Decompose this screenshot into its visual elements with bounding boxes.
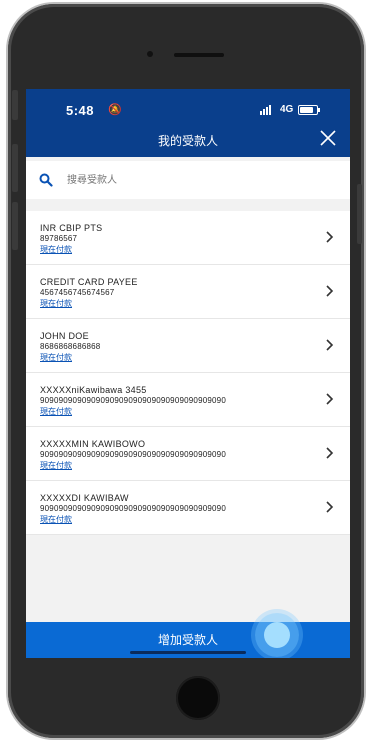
volume-down-button [12, 202, 18, 250]
status-time: 5:48 [66, 103, 95, 118]
payee-row[interactable]: XXXXXniKawibawa 3455 9090909090909090909… [26, 373, 350, 427]
pay-now-link[interactable]: 現在付款 [40, 352, 72, 363]
search-bar[interactable] [26, 161, 350, 199]
earpiece-speaker [174, 53, 224, 57]
battery-icon [298, 105, 320, 115]
mute-switch [12, 90, 18, 120]
payee-list: INR CBIP PTS 89786567 現在付款 CREDIT CARD P… [26, 211, 350, 535]
pay-now-link[interactable]: 現在付款 [40, 406, 72, 417]
pay-now-link[interactable]: 現在付款 [40, 514, 72, 525]
payee-row[interactable]: CREDIT CARD PAYEE 4567456745674567 現在付款 [26, 265, 350, 319]
chevron-right-icon[interactable] [326, 501, 334, 513]
pay-now-link[interactable]: 現在付款 [40, 298, 72, 309]
payee-row[interactable]: INR CBIP PTS 89786567 現在付款 [26, 211, 350, 265]
touch-indicator [255, 613, 299, 657]
payee-name: CREDIT CARD PAYEE [40, 277, 138, 287]
payee-row[interactable]: XXXXXDI KAWIBAW 909090909090909090909090… [26, 481, 350, 535]
payee-name: INR CBIP PTS [40, 223, 103, 233]
payee-name: XXXXXMIN KAWIBOWO [40, 439, 146, 449]
chevron-right-icon[interactable] [326, 285, 334, 297]
app-header: 5:48 🔕 4G 我的受款人 [26, 89, 350, 157]
payee-account: 4567456745674567 [40, 288, 115, 297]
payee-row[interactable]: XXXXXMIN KAWIBOWO 9090909090909090909090… [26, 427, 350, 481]
page-title: 我的受款人 [157, 134, 218, 148]
network-type: 4G [280, 104, 294, 115]
pay-now-link[interactable]: 現在付款 [40, 244, 72, 255]
home-button[interactable] [176, 676, 220, 720]
payee-account: 89786567 [40, 234, 78, 243]
front-camera [147, 51, 153, 57]
home-indicator [130, 651, 246, 654]
payee-account: 9090909090909090909090909090909090909090 [40, 396, 226, 405]
chevron-right-icon[interactable] [326, 231, 334, 243]
close-icon[interactable] [319, 129, 337, 147]
search-input[interactable] [65, 173, 309, 187]
power-button [357, 184, 362, 244]
payee-name: JOHN DOE [40, 331, 89, 341]
silent-bell-icon: 🔕 [108, 104, 122, 116]
payee-name: XXXXXniKawibawa 3455 [40, 385, 147, 395]
chevron-right-icon[interactable] [326, 339, 334, 351]
pay-now-link[interactable]: 現在付款 [40, 460, 72, 471]
payee-name: XXXXXDI KAWIBAW [40, 493, 129, 503]
chevron-right-icon[interactable] [326, 447, 334, 459]
chevron-right-icon[interactable] [326, 393, 334, 405]
payee-row[interactable]: JOHN DOE 8686868686868 現在付款 [26, 319, 350, 373]
payee-account: 9090909090909090909090909090909090909090 [40, 450, 226, 459]
volume-up-button [12, 144, 18, 192]
search-icon [39, 173, 53, 187]
app-screen: 5:48 🔕 4G 我的受款人 INR CBIP PTS 89786567 現在… [26, 89, 350, 658]
payee-account: 9090909090909090909090909090909090909090 [40, 504, 226, 513]
payee-account: 8686868686868 [40, 342, 101, 351]
signal-icon [260, 104, 271, 115]
